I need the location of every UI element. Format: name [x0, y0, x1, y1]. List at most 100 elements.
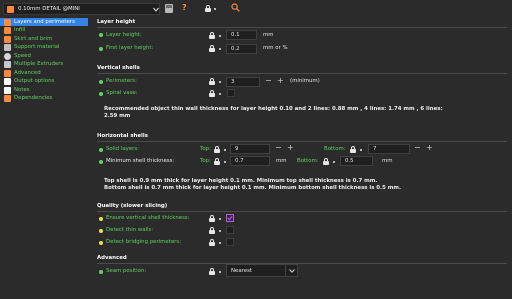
first-layer-height-input[interactable]: 0.2: [226, 44, 257, 54]
lock-icon[interactable]: [209, 32, 215, 39]
thin-wall-recommendation: Recommended object thin wall thickness f…: [104, 106, 443, 112]
bullet-icon[interactable]: [219, 218, 221, 220]
perimeters-note: (minimum): [290, 78, 320, 84]
infill-icon: [4, 27, 11, 34]
lock-icon[interactable]: [209, 268, 215, 275]
lock-icon[interactable]: [209, 215, 215, 222]
decrement-button[interactable]: −: [265, 77, 272, 85]
status-dot-green: [99, 270, 103, 274]
bullet-icon[interactable]: [219, 93, 221, 95]
layer-height-unit: mm: [263, 32, 274, 38]
lock-icon[interactable]: [209, 90, 215, 97]
bullet-icon[interactable]: [360, 149, 362, 151]
minimum-shell-thickness-label: Minimum shell thickness:: [106, 158, 175, 164]
chevron-down-icon[interactable]: [289, 269, 295, 273]
dependencies-icon: [4, 95, 11, 102]
min-bottom-shell-input[interactable]: 0.5: [340, 156, 373, 166]
support-icon: [4, 44, 11, 51]
top-shell-info: Top shell is 0.9 mm thick for layer heig…: [104, 178, 378, 184]
question-icon[interactable]: ?: [182, 2, 187, 13]
lock-icon[interactable]: [209, 227, 215, 234]
divider: [97, 211, 507, 212]
bullet-icon[interactable]: [219, 271, 221, 273]
lock-icon[interactable]: [350, 146, 356, 153]
min-top-unit: mm: [276, 158, 287, 164]
bullet-icon[interactable]: [219, 35, 221, 37]
lock-icon[interactable]: [214, 146, 220, 153]
bottom-label: Bottom:: [297, 158, 319, 164]
detect-thin-walls-label: Detect thin walls:: [106, 227, 154, 233]
min-top-shell-input[interactable]: 0.7: [230, 156, 270, 166]
divider: [97, 141, 507, 142]
min-bottom-unit: mm: [382, 158, 393, 164]
wrench-icon: [4, 70, 11, 77]
layer-height-input[interactable]: 0.1: [226, 30, 257, 40]
section-title-quality: Quality (slower slicing): [97, 203, 168, 209]
perimeters-label: Perimeters:: [106, 78, 137, 84]
divider: [97, 73, 507, 74]
lock-icon[interactable]: [205, 5, 211, 12]
notes-icon: [4, 87, 11, 94]
increment-button[interactable]: +: [277, 77, 284, 85]
output-icon: [4, 78, 11, 85]
first-layer-height-label: First layer height:: [106, 45, 154, 51]
status-dot-green: [99, 92, 103, 96]
bullet-icon[interactable]: [333, 161, 335, 163]
increment-button[interactable]: +: [426, 144, 433, 152]
checkmark-icon: [227, 215, 233, 221]
spiral-vase-checkbox[interactable]: [227, 89, 235, 97]
top-solid-layers-input[interactable]: 9: [230, 144, 270, 154]
status-dot-yellow: [99, 241, 103, 245]
speed-icon: [4, 53, 11, 60]
section-title-vertical-shells: Vertical shells: [97, 65, 140, 71]
detect-bridging-checkbox[interactable]: [226, 238, 234, 246]
perimeters-spin-input[interactable]: 3: [226, 77, 260, 87]
spiral-vase-label: Spiral vase:: [106, 90, 138, 96]
status-dot-green: [99, 80, 103, 84]
increment-button[interactable]: +: [287, 144, 294, 152]
lock-icon[interactable]: [209, 239, 215, 246]
bullet-icon[interactable]: [219, 48, 221, 50]
save-icon[interactable]: [165, 4, 173, 13]
sidebar: Layers and perimeters Infill Skirt and b…: [0, 17, 90, 299]
layers-icon: [4, 19, 11, 26]
bullet-icon[interactable]: [219, 242, 221, 244]
ensure-vertical-shell-label: Ensure vertical shell thickness:: [106, 215, 190, 221]
seam-position-select[interactable]: Nearest: [226, 264, 298, 277]
layer-height-label: Layer height:: [106, 32, 142, 38]
top-label: Top:: [200, 146, 211, 152]
solid-layers-label: Solid layers:: [106, 146, 139, 152]
search-icon[interactable]: [231, 3, 240, 12]
preset-combo[interactable]: 0.10mm DETAIL @MINI: [3, 3, 160, 15]
chevron-down-icon[interactable]: [153, 7, 159, 12]
detect-thin-walls-checkbox[interactable]: [226, 226, 234, 234]
section-title-horizontal-shells: Horizontal shells: [97, 133, 148, 139]
first-layer-height-unit: mm or %: [263, 45, 288, 51]
status-dot-green: [99, 33, 103, 37]
bottom-label: Bottom:: [324, 146, 346, 152]
section-title-advanced: Advanced: [97, 255, 127, 261]
seam-position-label: Seam position:: [106, 268, 147, 274]
bottom-shell-info: Bottom shell is 0.7 mm thick for layer h…: [104, 185, 402, 191]
section-title-layer-height: Layer height: [97, 19, 136, 25]
lock-icon[interactable]: [214, 158, 220, 165]
detect-bridging-label: Detect bridging perimeters:: [106, 239, 182, 245]
skirt-icon: [4, 36, 11, 43]
status-dot-green: [99, 160, 103, 164]
lock-icon[interactable]: [323, 158, 329, 165]
decrement-button[interactable]: −: [275, 144, 282, 152]
bullet-icon[interactable]: [219, 81, 221, 83]
bullet-icon[interactable]: [224, 149, 226, 151]
status-dot-yellow: [99, 229, 103, 233]
bullet-icon: [214, 8, 216, 10]
decrement-button[interactable]: −: [414, 144, 421, 152]
divider: [97, 263, 507, 264]
ensure-vertical-shell-checkbox[interactable]: [226, 214, 234, 222]
bullet-icon[interactable]: [219, 230, 221, 232]
bottom-solid-layers-input[interactable]: 7: [368, 144, 410, 154]
lock-icon[interactable]: [209, 78, 215, 85]
top-label: Top:: [200, 158, 211, 164]
thin-wall-recommendation-cont: 2.59 mm: [104, 113, 131, 119]
lock-icon[interactable]: [209, 45, 215, 52]
bullet-icon[interactable]: [224, 161, 226, 163]
